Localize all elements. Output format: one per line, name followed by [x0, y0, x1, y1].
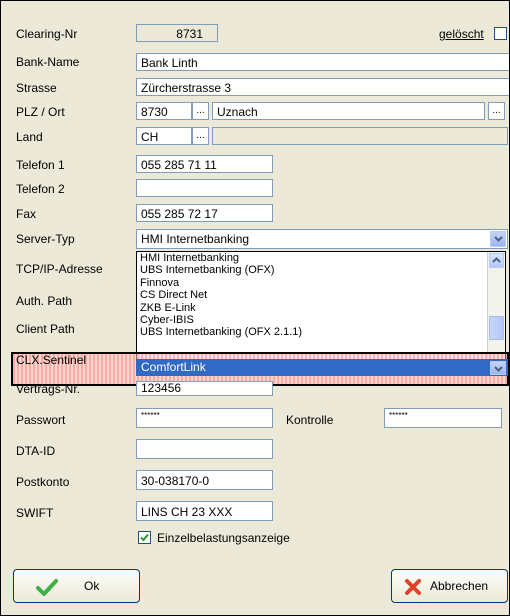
chevron-down-icon[interactable]	[490, 361, 506, 375]
clx-select[interactable]: ComfortLink	[136, 359, 508, 376]
phone1-label: Telefon 1	[16, 158, 65, 172]
control-label: Kontrolle	[286, 413, 334, 427]
cancel-button[interactable]: Abbrechen	[391, 569, 508, 603]
city-lookup-button[interactable]: ...	[488, 102, 505, 120]
bank-name-field[interactable]: Bank Linth	[136, 53, 509, 71]
contract-label: Vertrags-Nr.	[16, 382, 81, 396]
deleted-checkbox[interactable]	[494, 27, 507, 40]
zip-city-label: PLZ / Ort	[16, 105, 65, 119]
clx-value: ComfortLink	[141, 360, 206, 374]
clearing-field[interactable]: 8731	[136, 24, 218, 42]
country-label: Land	[16, 130, 43, 144]
street-label: Strasse	[16, 81, 57, 95]
dropdown-item[interactable]: Cyber-IBIS	[137, 314, 505, 326]
dropdown-item[interactable]: Finnova	[137, 277, 505, 289]
server-type-label: Server-Typ	[16, 232, 75, 246]
ok-button-label: Ok	[84, 579, 100, 593]
deleted-label: gelöscht	[439, 27, 484, 41]
dropdown-item[interactable]: UBS Internetbanking (OFX 2.1.1)	[137, 326, 505, 338]
clearing-label: Clearing-Nr	[16, 27, 78, 41]
country-lookup-button[interactable]: ...	[192, 127, 209, 145]
postkonto-field[interactable]: 30-038170-0	[136, 470, 273, 490]
chevron-down-icon[interactable]	[490, 231, 506, 247]
password-label: Passwort	[16, 413, 66, 427]
zip-lookup-button[interactable]: ...	[192, 102, 209, 120]
checkmark-icon	[36, 579, 58, 596]
street-field[interactable]: Zürcherstrasse 3	[136, 78, 509, 96]
server-type-select[interactable]: HMI Internetbanking	[136, 229, 508, 249]
phone1-field[interactable]: 055 285 71 11	[136, 155, 273, 173]
control-field[interactable]: ******	[384, 408, 502, 428]
dropdown-item[interactable]: CS Direct Net	[137, 289, 505, 301]
single-debit-label: Einzelbelastungsanzeige	[157, 531, 290, 545]
fax-field[interactable]: 055 285 72 17	[136, 204, 273, 222]
phone2-field[interactable]	[136, 179, 273, 197]
scrollbar-thumb[interactable]	[489, 316, 504, 340]
country-field[interactable]: CH	[136, 127, 192, 145]
single-debit-checkbox[interactable]	[138, 531, 151, 544]
city-field[interactable]: Uznach	[212, 102, 485, 120]
client-path-label: Client Path	[16, 322, 75, 336]
swift-label: SWIFT	[16, 506, 54, 520]
bank-name-label: Bank-Name	[16, 55, 80, 69]
phone2-label: Telefon 2	[16, 182, 65, 196]
dropdown-item[interactable]: ZKB E-Link	[137, 302, 505, 314]
password-field[interactable]: ******	[136, 408, 273, 428]
tcpip-label: TCP/IP-Adresse	[16, 262, 103, 276]
clx-label: CLX.Sentinel	[16, 353, 87, 367]
ok-button[interactable]: Ok	[13, 569, 140, 603]
cancel-button-label: Abbrechen	[430, 579, 489, 593]
postkonto-label: Postkonto	[16, 475, 70, 489]
contract-field[interactable]: 123456	[136, 381, 273, 396]
bank-dialog: Clearing-Nr 8731 gelöscht Bank-Name Bank…	[0, 0, 510, 616]
swift-field[interactable]: LINS CH 23 XXX	[136, 501, 273, 521]
dropdown-item[interactable]: HMI Internetbanking	[137, 252, 505, 264]
country-name-field	[212, 127, 508, 145]
dta-field[interactable]	[136, 439, 273, 459]
close-icon	[405, 579, 421, 595]
auth-path-label: Auth. Path	[16, 294, 73, 308]
dropdown-scrollbar[interactable]	[487, 252, 505, 368]
dta-label: DTA-ID	[16, 444, 56, 458]
fax-label: Fax	[16, 207, 37, 221]
server-type-value: HMI Internetbanking	[141, 232, 250, 246]
chevron-up-icon[interactable]	[489, 253, 504, 268]
checkmark-icon	[140, 533, 149, 542]
dropdown-item[interactable]: UBS Internetbanking (OFX)	[137, 264, 505, 276]
zip-field[interactable]: 8730	[136, 102, 192, 120]
